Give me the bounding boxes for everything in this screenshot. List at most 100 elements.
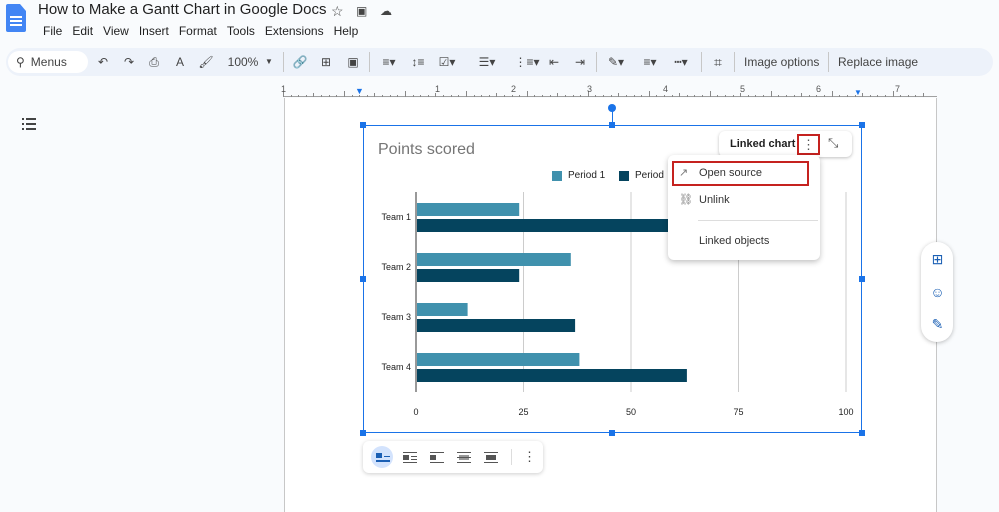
- line-spacing-icon[interactable]: ↕≡: [409, 53, 427, 71]
- suggest-edits-icon[interactable]: ✎: [929, 316, 946, 332]
- menu-item-linked-objects[interactable]: Linked objects: [699, 235, 769, 247]
- bar-period-2: [417, 269, 520, 282]
- behind-text-icon[interactable]: [454, 447, 474, 467]
- ruler-tick: [473, 95, 475, 97]
- ruler-tick: [884, 95, 886, 97]
- wrap-text-icon[interactable]: [400, 447, 420, 467]
- insert-image-icon[interactable]: ▣: [344, 53, 362, 71]
- print-icon[interactable]: ⎙: [146, 53, 162, 71]
- undo-icon[interactable]: ↶: [95, 53, 111, 71]
- increase-indent-icon[interactable]: ⇥: [572, 53, 588, 71]
- more-vert-icon: ⋮: [802, 136, 815, 152]
- toolbar-divider: [283, 52, 284, 72]
- menu-bar: File Edit View Insert Format Tools Exten…: [38, 23, 363, 39]
- ruler-tick: [656, 95, 658, 97]
- spellcheck-icon[interactable]: A: [172, 53, 188, 71]
- zoom-dropdown-icon[interactable]: ▼: [264, 53, 274, 71]
- menu-help[interactable]: Help: [329, 23, 364, 39]
- x-tick-label: 50: [626, 407, 636, 417]
- ruler-tick: [412, 95, 414, 97]
- move-to-folder-icon[interactable]: ▣: [356, 4, 367, 18]
- ruler-tick: [732, 95, 734, 97]
- menu-item-unlink[interactable]: Unlink: [699, 194, 730, 206]
- rotate-handle[interactable]: [608, 104, 616, 112]
- toolbar-divider: [701, 52, 702, 72]
- ruler-tick: [686, 95, 688, 97]
- cloud-saved-icon[interactable]: ☁: [380, 4, 392, 18]
- docs-logo-icon[interactable]: [6, 4, 26, 32]
- more-options-icon[interactable]: ⋮: [523, 449, 536, 465]
- document-title[interactable]: How to Make a Gantt Chart in Google Docs: [38, 1, 326, 18]
- ruler-tick: [382, 95, 384, 97]
- ruler-tick: [831, 91, 833, 97]
- ruler-tick: [397, 95, 399, 97]
- menu-view[interactable]: View: [98, 23, 134, 39]
- right-indent-marker[interactable]: ▼: [854, 88, 862, 97]
- align-icon[interactable]: ≡▾: [377, 53, 401, 71]
- paint-format-icon[interactable]: 🖌: [198, 53, 214, 71]
- ruler-label: 1: [281, 84, 287, 94]
- ruler-tick: [549, 95, 551, 97]
- ruler-tick: [763, 95, 765, 97]
- ruler-tick: [328, 95, 330, 97]
- ruler-tick: [633, 95, 635, 97]
- border-weight-icon[interactable]: ≡▾: [638, 53, 662, 71]
- ruler-tick: [702, 95, 704, 97]
- wrap-inline-icon[interactable]: [373, 447, 393, 467]
- ruler-tick: [770, 91, 772, 97]
- collapse-icon[interactable]: ⤡: [828, 135, 838, 151]
- ruler-tick: [465, 91, 467, 97]
- break-text-icon[interactable]: [427, 447, 447, 467]
- ruler-tick: [343, 91, 345, 97]
- menu-file[interactable]: File: [38, 23, 67, 39]
- insert-link-icon[interactable]: 🔗: [291, 53, 309, 71]
- menu-insert[interactable]: Insert: [134, 23, 174, 39]
- redo-icon[interactable]: ↷: [121, 53, 137, 71]
- left-indent-marker[interactable]: ▼: [355, 86, 364, 96]
- numbered-list-icon[interactable]: ⋮≡▾: [514, 53, 540, 71]
- search-menus-button[interactable]: ⚲ Menus: [8, 51, 88, 73]
- ruler-tick: [526, 91, 528, 97]
- toolbar-divider: [734, 52, 735, 72]
- image-options-button[interactable]: Image options: [744, 53, 819, 71]
- ruler-label: 1: [435, 84, 441, 94]
- ruler-tick: [724, 95, 726, 97]
- border-dash-icon[interactable]: ┅▾: [668, 53, 694, 71]
- ruler-tick: [519, 95, 521, 97]
- linked-chart-options-button[interactable]: ⋮: [797, 134, 820, 155]
- x-tick-label: 0: [413, 407, 418, 417]
- ruler-label: 2: [511, 84, 517, 94]
- in-front-of-text-icon[interactable]: [481, 447, 501, 467]
- bar-period-1: [417, 203, 520, 216]
- add-comment-icon[interactable]: ⊞: [929, 251, 946, 267]
- ruler-tick: [481, 95, 483, 97]
- ruler-tick: [564, 95, 566, 97]
- bar-period-2: [417, 219, 683, 232]
- ruler-tick: [641, 95, 643, 97]
- menu-tools[interactable]: Tools: [222, 23, 260, 39]
- menu-extensions[interactable]: Extensions: [260, 23, 329, 39]
- ruler-tick: [298, 95, 300, 97]
- add-comment-icon[interactable]: ⊞: [317, 53, 335, 71]
- ruler-tick: [305, 95, 307, 97]
- replace-image-button[interactable]: Replace image: [838, 53, 918, 71]
- ruler-tick: [389, 95, 391, 97]
- decrease-indent-icon[interactable]: ⇤: [546, 53, 562, 71]
- ruler-tick: [839, 95, 841, 97]
- menu-item-open-source-label[interactable]: Open source: [699, 167, 762, 179]
- ruler-tick: [366, 95, 368, 97]
- border-color-icon[interactable]: ✎▾: [604, 53, 628, 71]
- checklist-icon[interactable]: ☑▾: [434, 53, 460, 71]
- document-outline-icon[interactable]: [22, 117, 36, 131]
- search-menus-label: Menus: [30, 55, 67, 69]
- menu-edit[interactable]: Edit: [67, 23, 98, 39]
- add-emoji-reaction-icon[interactable]: ☺: [929, 284, 946, 300]
- ruler-tick: [427, 95, 429, 97]
- star-icon[interactable]: ☆: [331, 3, 344, 20]
- bulleted-list-icon[interactable]: ☰▾: [474, 53, 500, 71]
- menu-format[interactable]: Format: [174, 23, 222, 39]
- ruler-tick: [336, 95, 338, 97]
- crop-icon[interactable]: ⌗: [709, 53, 727, 71]
- search-icon: ⚲: [16, 55, 25, 69]
- zoom-select[interactable]: 100%: [225, 53, 261, 71]
